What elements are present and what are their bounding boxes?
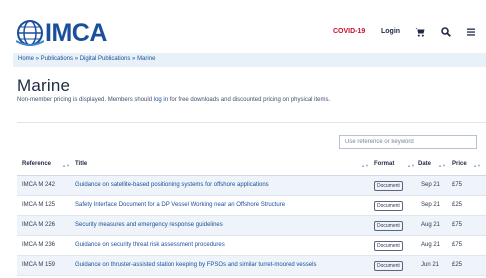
row-date: Sep 21	[421, 202, 441, 208]
table-row[interactable]: IMCA M 226 Security measures and emergen…	[17, 216, 486, 236]
pricing-notice: Non-member pricing is displayed. Members…	[17, 97, 330, 103]
format-badge: Document	[374, 261, 403, 271]
search-icon[interactable]	[441, 27, 451, 37]
breadcrumb[interactable]: Home » Publications » Digital Publicatio…	[18, 56, 155, 62]
row-title-link[interactable]: Guidance on security threat risk assessm…	[75, 242, 225, 248]
row-reference: IMCA M 236	[22, 242, 56, 248]
table-row[interactable]: IMCA M 242 Guidance on satellite-based p…	[17, 176, 486, 196]
row-title-link[interactable]: Security measures and emergency response…	[75, 222, 223, 228]
table-header: Reference ▲▼ Title ▲▼ Format ▲▼ Date ▲▼ …	[17, 156, 486, 176]
logo-wordmark: IMCA	[45, 19, 107, 47]
section-divider	[17, 122, 486, 123]
row-reference: IMCA M 242	[22, 182, 56, 188]
breadcrumb-bar: Home » Publications » Digital Publicatio…	[13, 53, 486, 67]
format-badge: Document	[374, 181, 403, 191]
row-date: Sep 21	[421, 182, 441, 188]
row-title-link[interactable]: Safety Interface Document for a DP Vesse…	[75, 202, 285, 208]
row-price: £75	[452, 222, 463, 228]
sort-arrow-icon[interactable]: ▲▼	[62, 163, 70, 168]
hamburger-menu-icon[interactable]	[466, 27, 476, 37]
row-reference: IMCA M 159	[22, 262, 56, 268]
login-link[interactable]: log in	[154, 97, 168, 103]
pricing-text-start: Non-member pricing is displayed. Members…	[17, 97, 154, 103]
format-badge: Document	[374, 221, 403, 231]
row-date: Aug 21	[421, 222, 441, 228]
globe-logo-icon	[16, 20, 44, 46]
row-price: £25	[452, 262, 463, 268]
sort-arrow-icon[interactable]: ▲▼	[361, 163, 369, 168]
row-price: £75	[452, 242, 463, 248]
row-price: £75	[452, 182, 463, 188]
cart-icon[interactable]	[415, 27, 425, 37]
row-date: Aug 21	[421, 242, 441, 248]
format-badge: Document	[374, 241, 403, 251]
nav-covid-link[interactable]: COVID-19	[333, 28, 365, 35]
row-title-link[interactable]: Guidance on satellite-based positioning …	[75, 182, 269, 188]
publications-table: Reference ▲▼ Title ▲▼ Format ▲▼ Date ▲▼ …	[17, 156, 486, 276]
row-date: Jun 21	[421, 262, 440, 268]
table-row[interactable]: IMCA M 125 Safety Interface Document for…	[17, 196, 486, 216]
sort-arrow-icon[interactable]: ▲▼	[438, 163, 446, 168]
page-title: Marine	[17, 76, 71, 95]
header-price[interactable]: Price	[452, 161, 467, 167]
format-badge: Document	[374, 201, 403, 211]
row-reference: IMCA M 125	[22, 202, 56, 208]
sort-arrow-icon[interactable]: ▲▼	[407, 163, 415, 168]
row-reference: IMCA M 226	[22, 222, 56, 228]
row-title-link[interactable]: Guidance on thruster-assisted station ke…	[75, 262, 316, 268]
nav-login-link[interactable]: Login	[381, 28, 400, 35]
header-title[interactable]: Title	[75, 161, 87, 167]
site-header: IMCA COVID-19 Login	[0, 0, 486, 60]
table-row[interactable]: IMCA M 236 Guidance on security threat r…	[17, 236, 486, 256]
table-row[interactable]: IMCA M 159 Guidance on thruster-assisted…	[17, 256, 486, 276]
pricing-text-end: for free downloads and discounted pricin…	[168, 97, 331, 103]
imca-logo[interactable]: IMCA	[14, 18, 107, 48]
header-format[interactable]: Format	[374, 161, 394, 167]
row-price: £25	[452, 202, 463, 208]
search-input[interactable]	[339, 135, 477, 149]
header-date[interactable]: Date	[418, 161, 431, 167]
header-reference[interactable]: Reference	[22, 161, 51, 167]
sort-arrow-icon[interactable]: ▲▼	[473, 163, 481, 168]
